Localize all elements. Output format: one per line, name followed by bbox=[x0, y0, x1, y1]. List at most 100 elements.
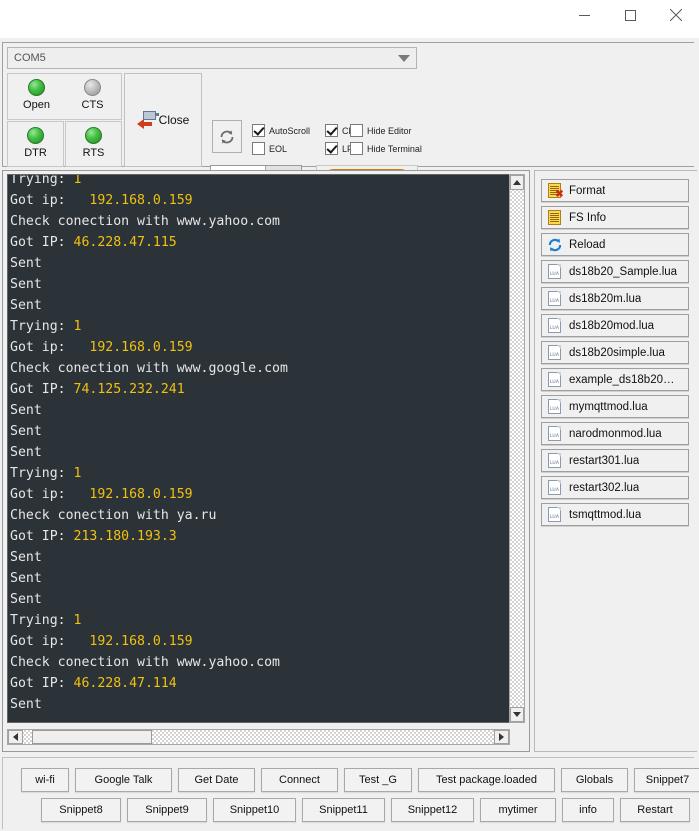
snippet-button-label: wi-fi bbox=[35, 774, 55, 786]
lua-file-icon: LUA bbox=[547, 344, 563, 361]
disconnect-icon bbox=[136, 110, 159, 130]
snippet-button-label: Test package.loaded bbox=[436, 774, 537, 786]
snippet-row-1: wi-fi Google Talk Get Date Connect Test _G Te… bbox=[21, 768, 699, 792]
file-list-item[interactable]: ✖ Format bbox=[541, 179, 689, 202]
snippet-button[interactable]: Restart bbox=[620, 798, 690, 822]
status-led-group-dtr[interactable]: DTR bbox=[7, 121, 64, 167]
checkbox-label: Hide Terminal bbox=[367, 143, 422, 154]
terminal-line: Check conection with www.yahoo.com bbox=[10, 652, 509, 673]
hide-editor-checkbox[interactable]: Hide Editor bbox=[350, 124, 412, 137]
lua-file-icon: LUA bbox=[547, 398, 563, 415]
status-led-group-rts[interactable]: RTS bbox=[65, 121, 122, 167]
terminal-text: Got IP: bbox=[10, 676, 74, 691]
rts-led-icon bbox=[85, 127, 102, 144]
refresh-icon bbox=[220, 129, 234, 144]
lf-checkbox[interactable]: LF bbox=[325, 142, 353, 155]
terminal-line: Sent bbox=[10, 274, 509, 295]
minimize-button[interactable] bbox=[561, 0, 607, 30]
connection-toolbar: COM5 Open CTS DTR RTS Close AutoScroll E… bbox=[2, 42, 694, 203]
snippet-button[interactable]: wi-fi bbox=[21, 768, 69, 792]
snippet-button-label: Snippet8 bbox=[59, 804, 103, 816]
snippet-button[interactable]: Snippet12 bbox=[391, 798, 474, 822]
snippet-button[interactable]: Snippet10 bbox=[213, 798, 296, 822]
horizontal-scroll-thumb[interactable] bbox=[32, 730, 152, 744]
terminal-text: Got ip: bbox=[10, 634, 90, 649]
terminal-line: Sent bbox=[10, 421, 509, 442]
terminal-text: Trying: bbox=[10, 319, 74, 334]
terminal-text: 192.168.0.159 bbox=[89, 634, 193, 649]
terminal-line: Got IP: 46.228.47.114 bbox=[10, 673, 509, 694]
open-led-icon bbox=[28, 79, 45, 96]
file-list-item[interactable]: LUA restart301.lua bbox=[541, 449, 689, 472]
eol-checkbox[interactable]: EOL bbox=[252, 142, 287, 155]
file-list-item[interactable]: FS Info bbox=[541, 206, 689, 229]
terminal-line: Sent bbox=[10, 589, 509, 610]
status-led-group-top: Open CTS bbox=[7, 73, 122, 120]
terminal-text: 74.125.232.241 bbox=[73, 382, 185, 397]
terminal-text: Sent bbox=[10, 550, 42, 565]
terminal-text: Sent bbox=[10, 403, 42, 418]
terminal-line: Sent bbox=[10, 547, 509, 568]
lua-file-icon: LUA bbox=[547, 290, 563, 307]
snippet-button[interactable]: Google Talk bbox=[75, 768, 172, 792]
file-list-item-label: Format bbox=[569, 184, 606, 197]
file-list-item[interactable]: LUA tsmqttmod.lua bbox=[541, 503, 689, 526]
terminal-text: 192.168.0.159 bbox=[89, 193, 193, 208]
snippet-button[interactable]: Snippet9 bbox=[127, 798, 207, 822]
file-list-item[interactable]: LUA mymqttmod.lua bbox=[541, 395, 689, 418]
led-label: RTS bbox=[82, 147, 105, 159]
snippet-row-2: Snippet8 Snippet9 Snippet10 Snippet11 Snippe… bbox=[41, 798, 690, 822]
file-list-item[interactable]: LUA narodmonmod.lua bbox=[541, 422, 689, 445]
terminal-output[interactable]: Trying: 1 Got ip: 192.168.0.159 Check cone… bbox=[7, 174, 510, 723]
scroll-down-button[interactable] bbox=[510, 707, 524, 722]
snippet-button[interactable]: Connect bbox=[261, 768, 338, 792]
snippet-button[interactable]: Test _G bbox=[344, 768, 412, 792]
refresh-ports-button[interactable] bbox=[212, 120, 242, 153]
autoscroll-checkbox[interactable]: AutoScroll bbox=[252, 124, 310, 137]
file-list-item[interactable]: LUA example_ds18b20… bbox=[541, 368, 689, 391]
snippet-button-panel: wi-fi Google Talk Get Date Connect Test _G Te… bbox=[2, 757, 699, 829]
scroll-up-button[interactable] bbox=[510, 175, 524, 190]
terminal-line: Trying: 1 bbox=[10, 610, 509, 631]
scroll-left-button[interactable] bbox=[8, 730, 23, 744]
snippet-button[interactable]: mytimer bbox=[480, 798, 556, 822]
file-list-item[interactable]: Reload bbox=[541, 233, 689, 256]
snippet-button-label: Snippet7 bbox=[645, 774, 690, 786]
snippet-button-label: Test _G bbox=[359, 774, 397, 786]
close-window-button[interactable] bbox=[653, 0, 699, 30]
scroll-right-button[interactable] bbox=[494, 730, 509, 744]
terminal-text: 46.228.47.114 bbox=[73, 676, 177, 691]
checkbox-box bbox=[325, 142, 338, 155]
snippet-button[interactable]: Snippet7 bbox=[634, 768, 699, 792]
terminal-horizontal-scrollbar[interactable] bbox=[7, 729, 510, 745]
file-list-item[interactable]: LUA ds18b20m.lua bbox=[541, 287, 689, 310]
terminal-text: Got ip: bbox=[10, 340, 90, 355]
snippet-button-label: Snippet9 bbox=[145, 804, 189, 816]
close-connection-button[interactable]: Close bbox=[124, 73, 202, 167]
fs-info-icon bbox=[547, 209, 563, 226]
hide-terminal-checkbox[interactable]: Hide Terminal bbox=[350, 142, 422, 155]
file-list-item[interactable]: LUA ds18b20simple.lua bbox=[541, 341, 689, 364]
snippet-button[interactable]: info bbox=[562, 798, 614, 822]
file-list-item[interactable]: LUA ds18b20mod.lua bbox=[541, 314, 689, 337]
terminal-line: Sent bbox=[10, 694, 509, 715]
snippet-button[interactable]: Globals bbox=[561, 768, 628, 792]
terminal-vertical-scrollbar[interactable] bbox=[509, 174, 525, 723]
maximize-button[interactable] bbox=[607, 0, 653, 30]
snippet-button[interactable]: Snippet11 bbox=[302, 798, 385, 822]
snippet-button[interactable]: Test package.loaded bbox=[418, 768, 555, 792]
checkbox-box bbox=[350, 142, 363, 155]
file-list-item[interactable]: LUA restart302.lua bbox=[541, 476, 689, 499]
file-list-item-label: restart301.lua bbox=[569, 454, 640, 467]
terminal-line: Sent bbox=[10, 442, 509, 463]
snippet-button[interactable]: Snippet8 bbox=[41, 798, 121, 822]
snippet-button[interactable]: Get Date bbox=[178, 768, 255, 792]
led-open: Open bbox=[8, 79, 65, 111]
port-select[interactable]: COM5 bbox=[7, 47, 417, 69]
checkbox-label: Hide Editor bbox=[367, 125, 412, 136]
file-list-item[interactable]: LUA ds18b20_Sample.lua bbox=[541, 260, 689, 283]
terminal-text: Sent bbox=[10, 697, 42, 712]
terminal-lines: Trying: 1 Got ip: 192.168.0.159 Check cone… bbox=[10, 175, 509, 715]
terminal-line: Sent bbox=[10, 253, 509, 274]
chevron-down-icon bbox=[392, 48, 416, 68]
